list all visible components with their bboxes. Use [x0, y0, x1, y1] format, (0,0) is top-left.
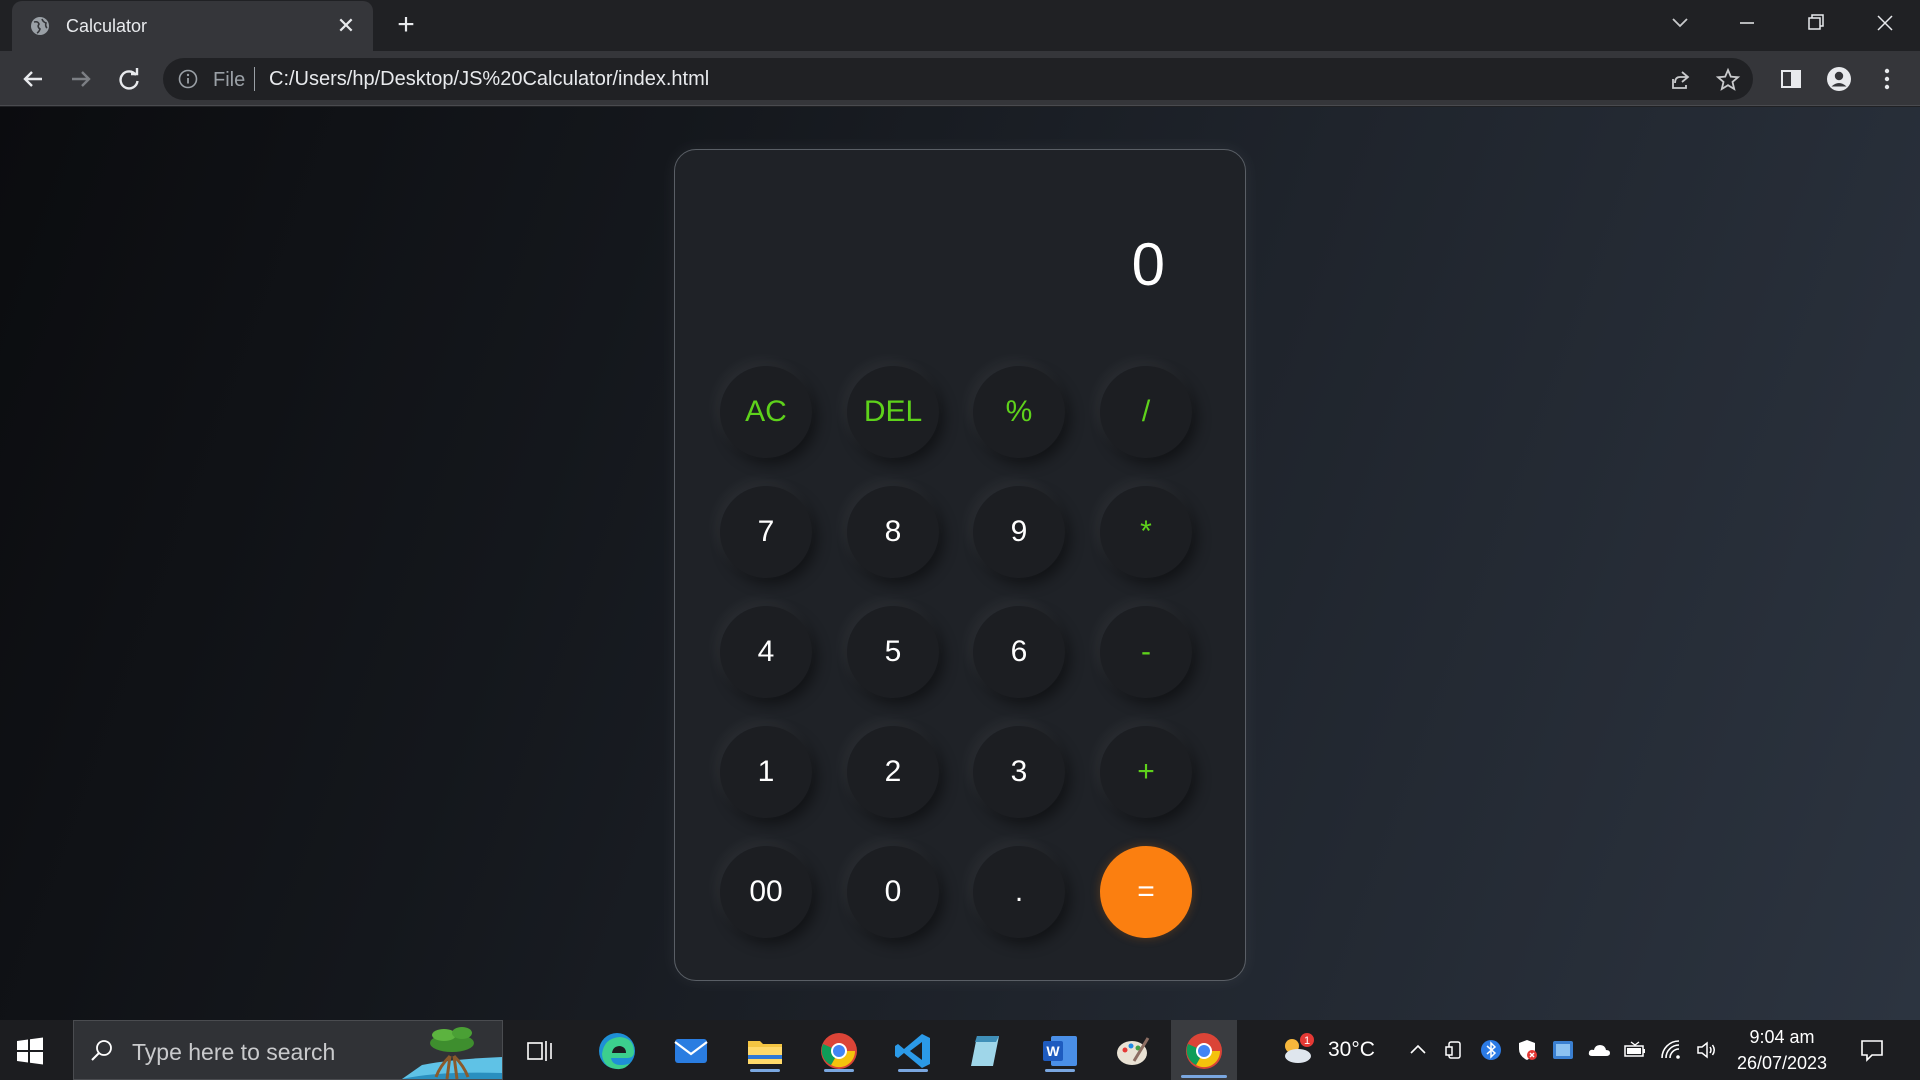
- edge-browser-icon[interactable]: [594, 1028, 640, 1074]
- restore-icon[interactable]: [1798, 8, 1834, 38]
- volume-icon[interactable]: [1695, 1038, 1719, 1062]
- browser-toolbar: File C:/Users/hp/Desktop/JS%20Calculator…: [0, 51, 1920, 106]
- back-icon[interactable]: [16, 62, 50, 96]
- tab-search-icon[interactable]: [1662, 8, 1698, 38]
- profile-icon[interactable]: [1824, 64, 1854, 94]
- menu-dots-icon[interactable]: [1872, 64, 1902, 94]
- task-view-icon[interactable]: [517, 1028, 563, 1074]
- close-tab-icon[interactable]: ✕: [333, 13, 359, 39]
- forward-icon[interactable]: [64, 62, 98, 96]
- mail-icon[interactable]: [668, 1028, 714, 1074]
- onedrive-cloud-icon[interactable]: [1587, 1038, 1611, 1062]
- close-window-icon[interactable]: [1867, 8, 1903, 38]
- multiply-button[interactable]: *: [1100, 486, 1192, 578]
- equals-button[interactable]: =: [1100, 846, 1192, 938]
- weather-icon[interactable]: 1: [1278, 1032, 1318, 1068]
- vscode-icon[interactable]: [890, 1028, 936, 1074]
- taskbar-search[interactable]: Type here to search: [73, 1020, 503, 1080]
- digit-5-button[interactable]: 5: [847, 606, 939, 698]
- digit-0-button[interactable]: 0: [847, 846, 939, 938]
- url-text[interactable]: C:/Users/hp/Desktop/JS%20Calculator/inde…: [269, 68, 709, 91]
- chrome-active-icon[interactable]: [1171, 1020, 1237, 1080]
- running-indicator: [1181, 1075, 1227, 1078]
- system-clock[interactable]: 9:04 am 26/07/2023: [1734, 1024, 1830, 1076]
- minus-button[interactable]: -: [1100, 606, 1192, 698]
- reload-icon[interactable]: [112, 62, 146, 96]
- security-shield-icon[interactable]: [1515, 1038, 1539, 1062]
- search-icon: [91, 1040, 112, 1061]
- paint-icon[interactable]: [1110, 1028, 1156, 1074]
- tab-calculator[interactable]: Calculator ✕: [12, 1, 373, 51]
- running-indicator: [898, 1069, 928, 1072]
- percent-button[interactable]: %: [973, 366, 1065, 458]
- weather-badge: 1: [1304, 1035, 1310, 1047]
- page-viewport: 0 AC DEL % / 7 8 9 * 4 5 6 - 1 2 3 + 00 …: [0, 107, 1920, 1020]
- clock-date: 26/07/2023: [1736, 1053, 1828, 1073]
- digit-3-button[interactable]: 3: [973, 726, 1065, 818]
- running-indicator: [824, 1069, 854, 1072]
- double-zero-button[interactable]: 00: [720, 846, 812, 938]
- battery-icon[interactable]: [1623, 1038, 1647, 1062]
- digit-7-button[interactable]: 7: [720, 486, 812, 578]
- new-tab-icon[interactable]: +: [392, 10, 420, 40]
- calculator: 0 AC DEL % / 7 8 9 * 4 5 6 - 1 2 3 + 00 …: [674, 149, 1246, 981]
- clock-time: 9:04 am: [1749, 1027, 1815, 1047]
- windows-taskbar: Type here to search W 1 30°C 9:04 am 26/…: [0, 1020, 1920, 1080]
- file-explorer-icon[interactable]: [742, 1028, 788, 1074]
- side-panel-icon[interactable]: [1776, 64, 1806, 94]
- digit-9-button[interactable]: 9: [973, 486, 1065, 578]
- delete-button[interactable]: DEL: [847, 366, 939, 458]
- digit-2-button[interactable]: 2: [847, 726, 939, 818]
- calculator-display: 0: [1131, 231, 1165, 298]
- plus-button[interactable]: +: [1100, 726, 1192, 818]
- notifications-icon[interactable]: [1858, 1036, 1886, 1064]
- search-placeholder: Type here to search: [132, 1039, 336, 1065]
- bluetooth-icon[interactable]: [1479, 1038, 1503, 1062]
- omnibox-separator: [254, 67, 255, 91]
- weather-temperature[interactable]: 30°C: [1328, 1038, 1375, 1062]
- digit-1-button[interactable]: 1: [720, 726, 812, 818]
- chrome-icon[interactable]: [816, 1028, 862, 1074]
- wifi-icon[interactable]: [1659, 1038, 1683, 1062]
- divide-button[interactable]: /: [1100, 366, 1192, 458]
- notes-app-icon[interactable]: [963, 1028, 1009, 1074]
- windows-start-icon[interactable]: [14, 1035, 46, 1067]
- address-bar[interactable]: File C:/Users/hp/Desktop/JS%20Calculator…: [163, 58, 1753, 100]
- search-highlight-illustration-icon: [402, 1027, 502, 1079]
- tab-strip: Calculator ✕ +: [0, 0, 1920, 51]
- device-icon[interactable]: [1443, 1038, 1467, 1062]
- minimize-icon[interactable]: [1729, 8, 1765, 38]
- digit-6-button[interactable]: 6: [973, 606, 1065, 698]
- info-icon[interactable]: [178, 69, 198, 89]
- share-icon[interactable]: [1667, 67, 1693, 93]
- chevron-up-icon[interactable]: [1406, 1038, 1430, 1062]
- running-indicator: [750, 1069, 780, 1072]
- file-scheme-label: File: [213, 69, 246, 91]
- network-adapter-icon[interactable]: [1551, 1038, 1575, 1062]
- digit-4-button[interactable]: 4: [720, 606, 812, 698]
- digit-8-button[interactable]: 8: [847, 486, 939, 578]
- running-indicator: [1045, 1069, 1075, 1072]
- word-icon[interactable]: W: [1037, 1028, 1083, 1074]
- svg-text:W: W: [1046, 1043, 1060, 1059]
- ac-button[interactable]: AC: [720, 366, 812, 458]
- decimal-button[interactable]: .: [973, 846, 1065, 938]
- tab-title: Calculator: [66, 16, 148, 36]
- bookmark-star-icon[interactable]: [1715, 67, 1741, 93]
- globe-icon: [31, 17, 49, 35]
